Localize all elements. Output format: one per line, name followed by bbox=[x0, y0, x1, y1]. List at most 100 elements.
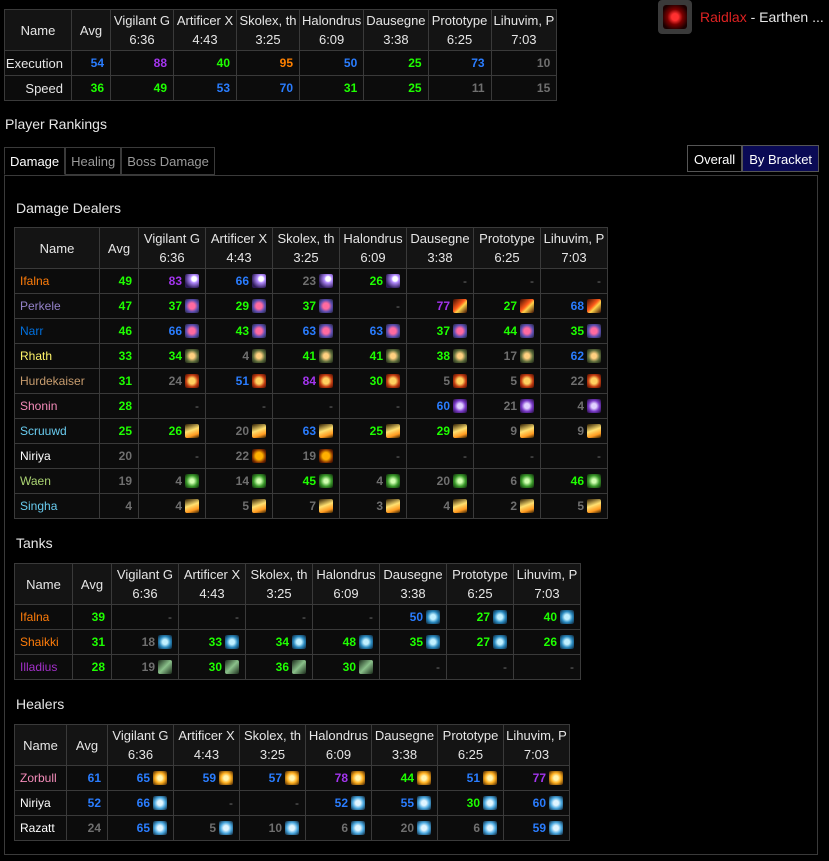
boss-column-header[interactable]: Artificer X 4:43 bbox=[205, 227, 273, 269]
boss-score-cell[interactable]: 59 bbox=[173, 765, 240, 791]
boss-column-header[interactable]: Halondrus 6:09 bbox=[339, 227, 407, 269]
boss-score-cell[interactable]: 27 bbox=[446, 604, 514, 630]
boss-score-cell[interactable]: 34 bbox=[245, 629, 313, 655]
boss-column-header[interactable]: Vigilant G 6:36 bbox=[107, 724, 174, 766]
player-name-link[interactable]: Hurdekaiser bbox=[14, 368, 100, 394]
boss-score-cell[interactable]: 30 bbox=[312, 654, 380, 680]
name-header[interactable]: Name bbox=[14, 563, 73, 605]
boss-score-cell[interactable]: 66 bbox=[107, 790, 174, 816]
avg-header[interactable]: Avg bbox=[66, 724, 108, 766]
boss-score-cell[interactable]: 62 bbox=[540, 343, 608, 369]
player-name-link[interactable]: Niriya bbox=[14, 790, 67, 816]
boss-column-header[interactable]: Vigilant G 6:36 bbox=[110, 9, 174, 51]
boss-score-cell[interactable]: 26 bbox=[339, 268, 407, 294]
boss-score-cell[interactable]: - bbox=[540, 268, 608, 294]
boss-score-cell[interactable]: - bbox=[379, 654, 447, 680]
boss-score-cell[interactable]: 27 bbox=[473, 293, 541, 319]
boss-score[interactable]: 40 bbox=[173, 50, 237, 76]
boss-score-cell[interactable]: 50 bbox=[379, 604, 447, 630]
boss-column-header[interactable]: Lihuvim, P 7:03 bbox=[490, 9, 558, 51]
boss-score-cell[interactable]: 41 bbox=[339, 343, 407, 369]
boss-score-cell[interactable]: 5 bbox=[173, 815, 240, 841]
boss-score-cell[interactable]: 35 bbox=[379, 629, 447, 655]
tab-boss-damage[interactable]: Boss Damage bbox=[121, 147, 215, 175]
boss-score-cell[interactable]: 38 bbox=[406, 343, 474, 369]
boss-score-cell[interactable]: 6 bbox=[437, 815, 504, 841]
boss-score-cell[interactable]: 37 bbox=[406, 318, 474, 344]
boss-score-cell[interactable]: - bbox=[473, 443, 541, 469]
boss-score-cell[interactable]: 21 bbox=[473, 393, 541, 419]
boss-score-cell[interactable]: 4 bbox=[138, 468, 206, 494]
player-name-link[interactable]: Ifalna bbox=[14, 604, 73, 630]
boss-score-cell[interactable]: - bbox=[473, 268, 541, 294]
boss-score-cell[interactable]: 6 bbox=[473, 468, 541, 494]
boss-score-cell[interactable]: 60 bbox=[406, 393, 474, 419]
boss-score-cell[interactable]: 19 bbox=[272, 443, 340, 469]
boss-score-cell[interactable]: 66 bbox=[138, 318, 206, 344]
boss-column-header[interactable]: Skolex, th 3:25 bbox=[272, 227, 340, 269]
boss-column-header[interactable]: Dausegne 3:38 bbox=[379, 563, 447, 605]
boss-score-cell[interactable]: 4 bbox=[540, 393, 608, 419]
boss-score-cell[interactable]: - bbox=[406, 443, 474, 469]
boss-score-cell[interactable]: 65 bbox=[107, 815, 174, 841]
player-name-link[interactable]: Razatt bbox=[14, 815, 67, 841]
boss-score-cell[interactable]: 18 bbox=[111, 629, 179, 655]
boss-score-cell[interactable]: - bbox=[540, 443, 608, 469]
boss-score-cell[interactable]: 52 bbox=[305, 790, 372, 816]
player-name-link[interactable]: Niriya bbox=[14, 443, 100, 469]
boss-score-cell[interactable]: 35 bbox=[540, 318, 608, 344]
boss-score-cell[interactable]: 51 bbox=[437, 765, 504, 791]
boss-score[interactable]: 10 bbox=[490, 50, 558, 76]
boss-score-cell[interactable]: 36 bbox=[245, 654, 313, 680]
boss-score[interactable]: 25 bbox=[363, 75, 429, 101]
boss-score-cell[interactable]: 10 bbox=[239, 815, 306, 841]
boss-score-cell[interactable]: 22 bbox=[540, 368, 608, 394]
boss-score[interactable]: 95 bbox=[236, 50, 300, 76]
player-name-link[interactable]: Illadius bbox=[14, 654, 73, 680]
avg-header[interactable]: Avg bbox=[99, 227, 139, 269]
boss-column-header[interactable]: Vigilant G 6:36 bbox=[138, 227, 206, 269]
boss-column-header[interactable]: Artificer X 4:43 bbox=[178, 563, 246, 605]
boss-score[interactable]: 53 bbox=[173, 75, 237, 101]
boss-score-cell[interactable]: 20 bbox=[406, 468, 474, 494]
boss-column-header[interactable]: Prototype 6:25 bbox=[437, 724, 504, 766]
boss-score-cell[interactable]: - bbox=[513, 654, 581, 680]
boss-score-cell[interactable]: 30 bbox=[339, 368, 407, 394]
boss-column-header[interactable]: Halondrus 6:09 bbox=[312, 563, 380, 605]
boss-score-cell[interactable]: 46 bbox=[540, 468, 608, 494]
boss-score-cell[interactable]: 27 bbox=[446, 629, 514, 655]
player-name-link[interactable]: Rhath bbox=[14, 343, 100, 369]
boss-score-cell[interactable]: 37 bbox=[272, 293, 340, 319]
boss-score-cell[interactable]: 43 bbox=[205, 318, 273, 344]
boss-score-cell[interactable]: - bbox=[111, 604, 179, 630]
boss-column-header[interactable]: Skolex, th 3:25 bbox=[236, 9, 300, 51]
boss-column-header[interactable]: Dausegne 3:38 bbox=[371, 724, 438, 766]
boss-score[interactable]: 31 bbox=[298, 75, 365, 101]
boss-column-header[interactable]: Halondrus 6:09 bbox=[298, 9, 365, 51]
boss-score-cell[interactable]: 9 bbox=[473, 418, 541, 444]
boss-score[interactable]: 25 bbox=[363, 50, 429, 76]
boss-column-header[interactable]: Halondrus 6:09 bbox=[305, 724, 372, 766]
boss-score-cell[interactable]: 77 bbox=[406, 293, 474, 319]
boss-score-cell[interactable]: - bbox=[339, 293, 407, 319]
boss-score-cell[interactable]: - bbox=[173, 790, 240, 816]
boss-score-cell[interactable]: - bbox=[406, 268, 474, 294]
boss-score-cell[interactable]: 44 bbox=[473, 318, 541, 344]
avg-header[interactable]: Avg bbox=[71, 9, 111, 51]
boss-score-cell[interactable]: - bbox=[339, 443, 407, 469]
boss-column-header[interactable]: Prototype 6:25 bbox=[446, 563, 514, 605]
boss-score-cell[interactable]: - bbox=[138, 443, 206, 469]
boss-score[interactable]: 11 bbox=[427, 75, 492, 101]
boss-score-cell[interactable]: 55 bbox=[371, 790, 438, 816]
boss-score-cell[interactable]: 5 bbox=[406, 368, 474, 394]
boss-score-cell[interactable]: 9 bbox=[540, 418, 608, 444]
boss-score-cell[interactable]: 5 bbox=[205, 493, 273, 519]
boss-score-cell[interactable]: 4 bbox=[406, 493, 474, 519]
boss-score-cell[interactable]: 4 bbox=[138, 493, 206, 519]
boss-score-cell[interactable]: 24 bbox=[138, 368, 206, 394]
boss-score-cell[interactable]: 29 bbox=[205, 293, 273, 319]
boss-column-header[interactable]: Artificer X 4:43 bbox=[173, 724, 240, 766]
guild-name-link[interactable]: Raidlax bbox=[700, 9, 747, 25]
boss-score-cell[interactable]: - bbox=[272, 393, 340, 419]
boss-score-cell[interactable]: 29 bbox=[406, 418, 474, 444]
